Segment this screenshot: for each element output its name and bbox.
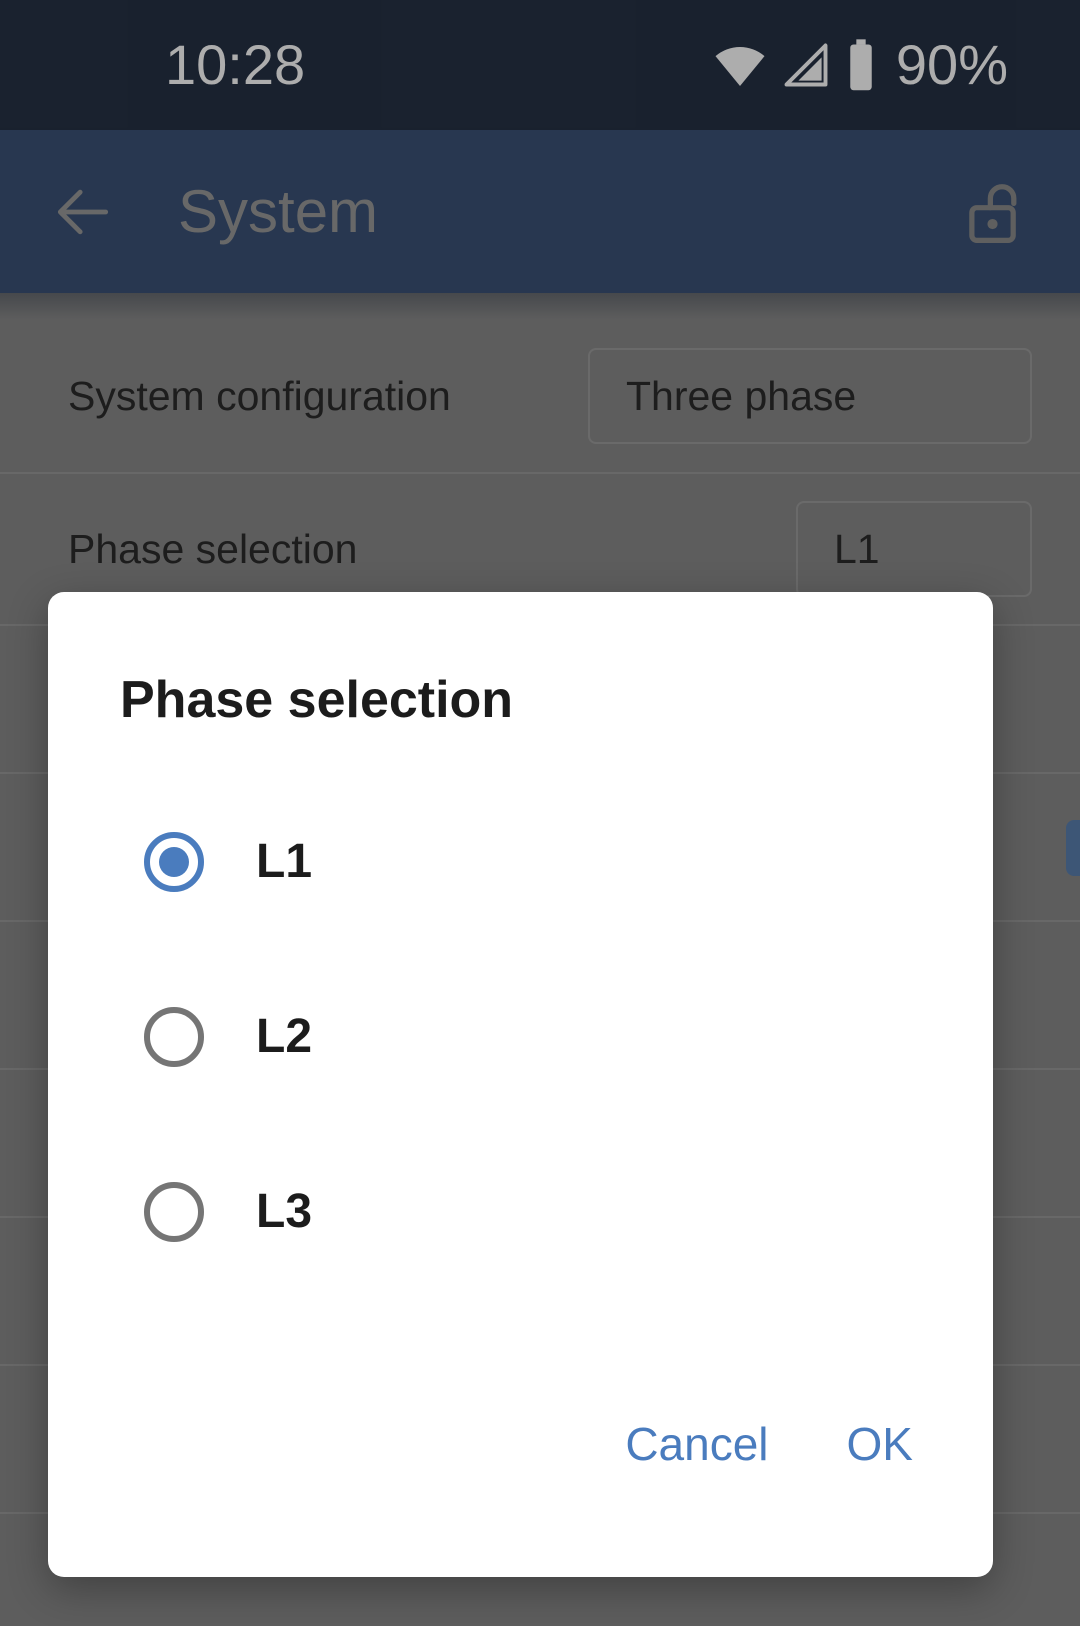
cellular-signal-icon — [784, 43, 828, 87]
back-button[interactable] — [40, 169, 126, 255]
phone-screen: System configuration Three phase Phase s… — [0, 0, 1080, 1626]
dialog-actions: Cancel OK — [48, 1407, 993, 1577]
radio-option-l2[interactable]: L2 — [48, 949, 993, 1124]
status-bar: 10:28 90% — [0, 0, 1080, 130]
radio-option-label: L1 — [256, 834, 313, 888]
wifi-icon — [715, 46, 765, 86]
settings-row-label: Phase selection — [68, 525, 358, 572]
battery-icon — [850, 39, 872, 91]
battery-percent-label: 90% — [895, 33, 1008, 96]
settings-row-value[interactable]: Three phase — [588, 348, 1032, 444]
app-bar: System — [0, 130, 1080, 293]
radio-option-label: L3 — [256, 1184, 313, 1238]
settings-row-label: System configuration — [68, 372, 451, 419]
page-title: System — [178, 177, 379, 245]
toggle-switch[interactable] — [1066, 820, 1080, 876]
unlocked-padlock-icon — [969, 183, 1017, 243]
dialog-title: Phase selection — [120, 671, 514, 729]
radio-option-l3[interactable]: L3 — [48, 1124, 993, 1299]
radio-button-unselected-icon[interactable] — [144, 1181, 204, 1242]
status-time: 10:28 — [165, 33, 306, 96]
radio-button-selected-icon[interactable] — [144, 831, 204, 892]
ok-button[interactable]: OK — [837, 1407, 923, 1481]
app-bar-shadow — [0, 293, 1080, 320]
phase-radio-group: L1 L2 L3 — [48, 774, 993, 1407]
settings-row-system-configuration[interactable]: System configuration Three phase — [0, 320, 1080, 472]
status-indicators: 90% — [712, 37, 1008, 93]
radio-option-l1[interactable]: L1 — [48, 774, 993, 949]
back-arrow-icon — [57, 189, 109, 234]
radio-button-unselected-icon[interactable] — [144, 1006, 204, 1067]
settings-row-value[interactable]: L1 — [796, 501, 1032, 597]
lock-toggle-button[interactable] — [956, 169, 1042, 255]
cancel-button[interactable]: Cancel — [615, 1407, 778, 1481]
radio-option-label: L2 — [256, 1009, 313, 1063]
phase-selection-dialog: Phase selection L1 L2 L3 Cancel OK — [48, 592, 993, 1577]
